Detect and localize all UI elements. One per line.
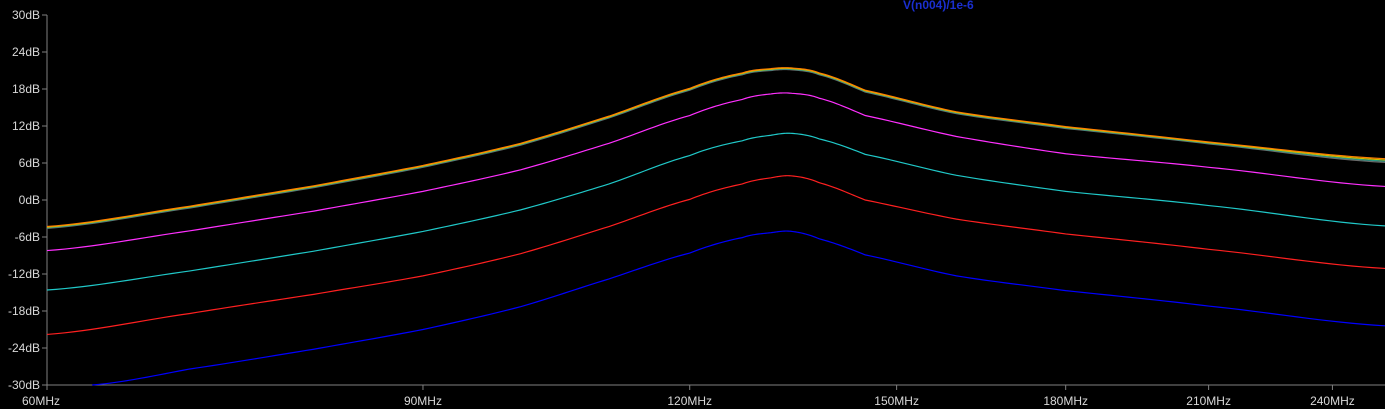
series-line[interactable]	[46, 68, 1385, 229]
x-tick-label: 150MHz	[874, 394, 919, 408]
y-tick-label: 18dB	[12, 82, 40, 96]
x-tick-label: 120MHz	[667, 394, 712, 408]
x-tick-label: 180MHz	[1043, 394, 1088, 408]
y-tick-label: -18dB	[8, 304, 40, 318]
x-tick-label: 60MHz	[22, 394, 60, 408]
plot-frame	[46, 15, 1385, 386]
y-tick-label: 30dB	[12, 8, 40, 22]
y-tick-label: -24dB	[8, 341, 40, 355]
y-tick-label: -6dB	[15, 230, 40, 244]
y-tick-label: 6dB	[19, 156, 40, 170]
y-tick-label: -12dB	[8, 267, 40, 281]
bode-plot[interactable]: V(n004)/1e-6 30dB 24dB 18dB 12dB 6dB 0dB -6dB -…	[0, 0, 1385, 409]
x-tick-label: 240MHz	[1310, 394, 1355, 408]
series-group[interactable]	[46, 67, 1385, 386]
x-tick-label: 90MHz	[404, 394, 442, 408]
series-line[interactable]	[46, 175, 1385, 336]
series-line[interactable]	[46, 132, 1385, 291]
chart-title: V(n004)/1e-6	[903, 0, 974, 12]
series-line[interactable]	[46, 68, 1385, 229]
y-tick-label: 0dB	[19, 193, 40, 207]
y-tick-label: 12dB	[12, 119, 40, 133]
x-axis: 60MHz 90MHz 120MHz 150MHz 180MHz 210MHz 240MHz	[22, 385, 1355, 408]
y-tick-label: 24dB	[12, 45, 40, 59]
series-line[interactable]	[92, 230, 1385, 386]
y-tick-label: -30dB	[8, 378, 40, 392]
x-tick-label: 210MHz	[1186, 394, 1231, 408]
y-axis: 30dB 24dB 18dB 12dB 6dB 0dB -6dB -12dB -18dB -24d…	[8, 8, 47, 392]
series-line[interactable]	[46, 92, 1385, 252]
